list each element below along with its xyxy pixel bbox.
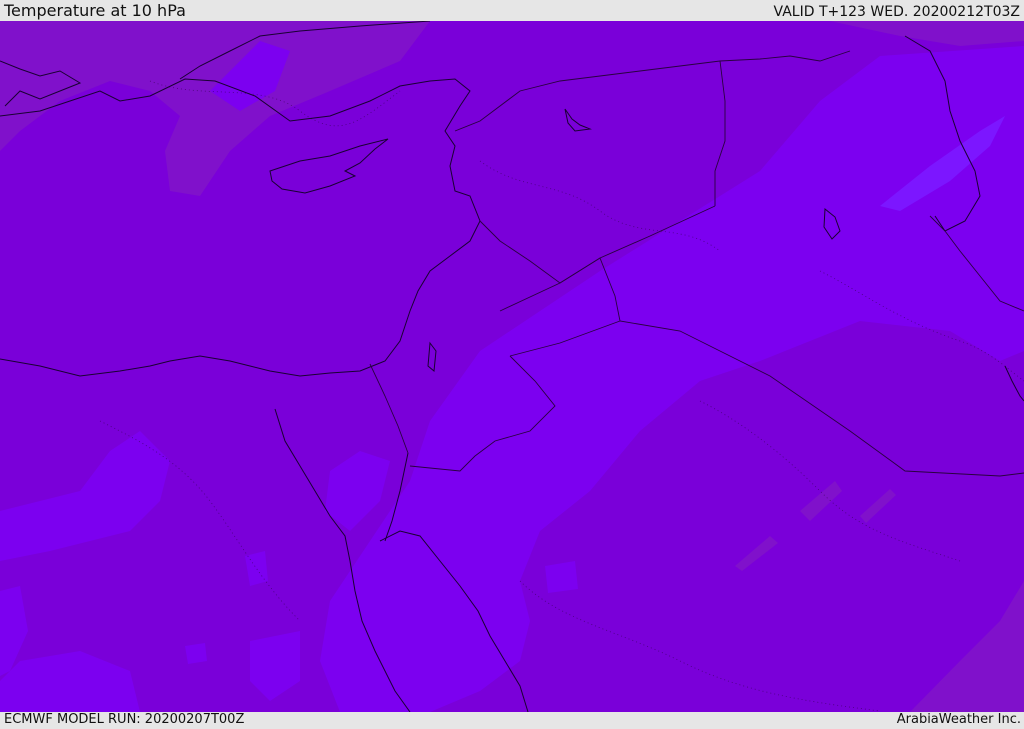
model-run-label: ECMWF MODEL RUN: 20200207T00Z xyxy=(4,712,245,727)
map-area[interactable] xyxy=(0,21,1024,712)
header-bar: Temperature at 10 hPa VALID T+123 WED. 2… xyxy=(0,0,1024,21)
map-title: Temperature at 10 hPa xyxy=(4,1,186,20)
map-figure: Temperature at 10 hPa VALID T+123 WED. 2… xyxy=(0,0,1024,729)
brand-label: ArabiaWeather Inc. xyxy=(896,712,1021,727)
footer-bar: ECMWF MODEL RUN: 20200207T00Z ArabiaWeat… xyxy=(0,712,1024,729)
cool-patch-small-3 xyxy=(545,561,578,593)
cool-patch-small-2 xyxy=(185,643,207,664)
valid-time: VALID T+123 WED. 20200212T03Z xyxy=(773,4,1020,20)
